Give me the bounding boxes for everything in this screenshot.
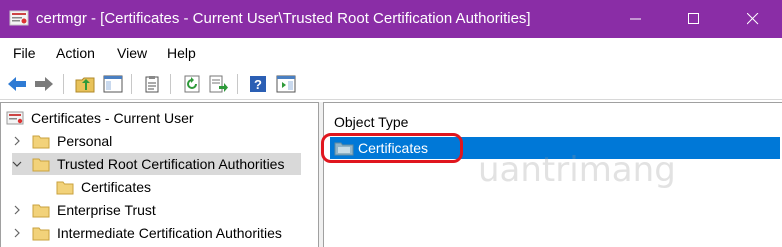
- chevron-right-icon[interactable]: [12, 205, 22, 215]
- properties-button[interactable]: [141, 73, 163, 95]
- tree-item-label: Enterprise Trust: [57, 202, 156, 218]
- window-title: certmgr - [Certificates - Current User\T…: [36, 10, 531, 27]
- toolbar-separator: [170, 74, 171, 94]
- list-item-label: Certificates: [358, 140, 429, 156]
- tree-item-intermediate[interactable]: Intermediate Certification Authorities: [12, 222, 282, 244]
- console-tree[interactable]: Certificates - Current User Personal Tru…: [0, 102, 319, 247]
- refresh-icon: [184, 75, 200, 93]
- column-header-object-type[interactable]: Object Type: [334, 114, 408, 130]
- tree-item-label: Certificates: [81, 179, 152, 195]
- action-pane-icon: [276, 75, 296, 93]
- title-bar[interactable]: certmgr - [Certificates - Current User\T…: [0, 0, 782, 38]
- help-icon: ?: [250, 76, 266, 92]
- toolbar: ?: [0, 68, 782, 100]
- menu-action[interactable]: Action: [56, 45, 95, 61]
- folder-icon: [32, 158, 50, 172]
- tree-item-personal[interactable]: Personal: [12, 130, 112, 152]
- toolbar-separator: [131, 74, 132, 94]
- tree-item-label: Trusted Root Certification Authorities: [57, 156, 285, 172]
- menu-bar: File Action View Help: [0, 38, 782, 68]
- action-pane-button[interactable]: [275, 73, 297, 95]
- tree-item-label: Personal: [57, 133, 113, 149]
- properties-icon: [145, 76, 159, 93]
- close-icon: [747, 13, 759, 25]
- export-list-icon: [209, 75, 228, 93]
- menu-help[interactable]: Help: [167, 45, 196, 61]
- back-button[interactable]: [6, 73, 28, 95]
- forward-button[interactable]: [33, 73, 55, 95]
- certificate-folder-icon: [334, 142, 354, 156]
- minimize-icon: [630, 18, 641, 20]
- tree-root-label: Certificates - Current User: [31, 110, 194, 126]
- maximize-icon: [688, 13, 699, 24]
- up-folder-icon: [75, 77, 95, 93]
- tree-item-trusted-root[interactable]: Trusted Root Certification Authorities: [12, 153, 301, 175]
- forward-arrow-icon: [35, 77, 53, 91]
- folder-icon: [32, 204, 50, 218]
- certmgr-app-icon[interactable]: [9, 9, 29, 27]
- maximize-button[interactable]: [665, 0, 723, 38]
- watermark: uantrimang: [478, 150, 676, 190]
- folder-icon: [56, 181, 74, 195]
- show-hide-tree-button[interactable]: [102, 73, 124, 95]
- minimize-button[interactable]: [607, 0, 665, 38]
- svg-text:?: ?: [254, 77, 262, 92]
- export-list-button[interactable]: [208, 73, 230, 95]
- toolbar-separator: [63, 74, 64, 94]
- watermark-text: uantrimang: [478, 150, 676, 190]
- close-button[interactable]: [724, 0, 782, 38]
- refresh-button[interactable]: [181, 73, 203, 95]
- tree-root[interactable]: Certificates - Current User: [6, 107, 194, 129]
- chevron-right-icon[interactable]: [12, 136, 22, 146]
- up-one-level-button[interactable]: [74, 73, 96, 95]
- chevron-right-icon[interactable]: [12, 228, 22, 238]
- help-button[interactable]: ?: [247, 73, 269, 95]
- toolbar-separator: [237, 74, 238, 94]
- chevron-down-icon[interactable]: [12, 159, 22, 169]
- certificate-store-icon: [6, 111, 24, 125]
- tree-item-certificates[interactable]: Certificates: [56, 176, 151, 198]
- back-arrow-icon: [8, 77, 26, 91]
- tree-item-enterprise-trust[interactable]: Enterprise Trust: [12, 199, 156, 221]
- menu-file[interactable]: File: [13, 45, 36, 61]
- folder-icon: [32, 135, 50, 149]
- folder-icon: [32, 227, 50, 241]
- menu-view[interactable]: View: [117, 45, 147, 61]
- tree-item-label: Intermediate Certification Authorities: [57, 225, 282, 241]
- show-hide-tree-icon: [103, 75, 123, 93]
